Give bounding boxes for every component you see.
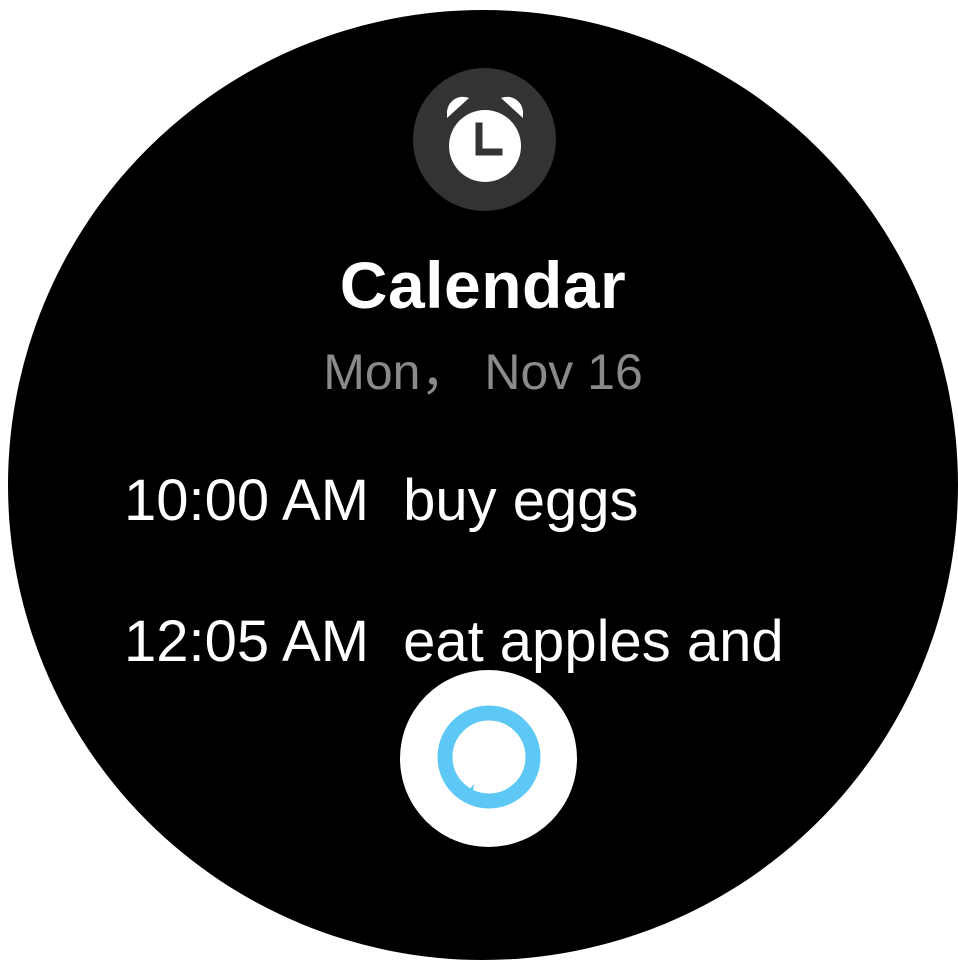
event-title: eat apples and: [403, 609, 784, 674]
alexa-button[interactable]: [400, 670, 577, 847]
event-title: buy eggs: [403, 468, 639, 533]
app-title: Calendar: [339, 248, 627, 322]
app-date: Mon， Nov 16: [323, 344, 643, 400]
event-row[interactable]: 10:00 AM buy eggs: [124, 466, 638, 536]
alarm-badge[interactable]: [413, 68, 556, 211]
alarm-clock-icon: [446, 96, 523, 182]
event-time: 12:05 AM: [124, 609, 370, 674]
watch-face: Calendar Mon， Nov 16 10:00 AM buy eggs 12…: [8, 10, 958, 960]
event-time: 10:00 AM: [124, 468, 370, 533]
event-row[interactable]: 12:05 AM eat apples and: [124, 607, 784, 677]
alexa-ring-icon: [437, 705, 540, 808]
